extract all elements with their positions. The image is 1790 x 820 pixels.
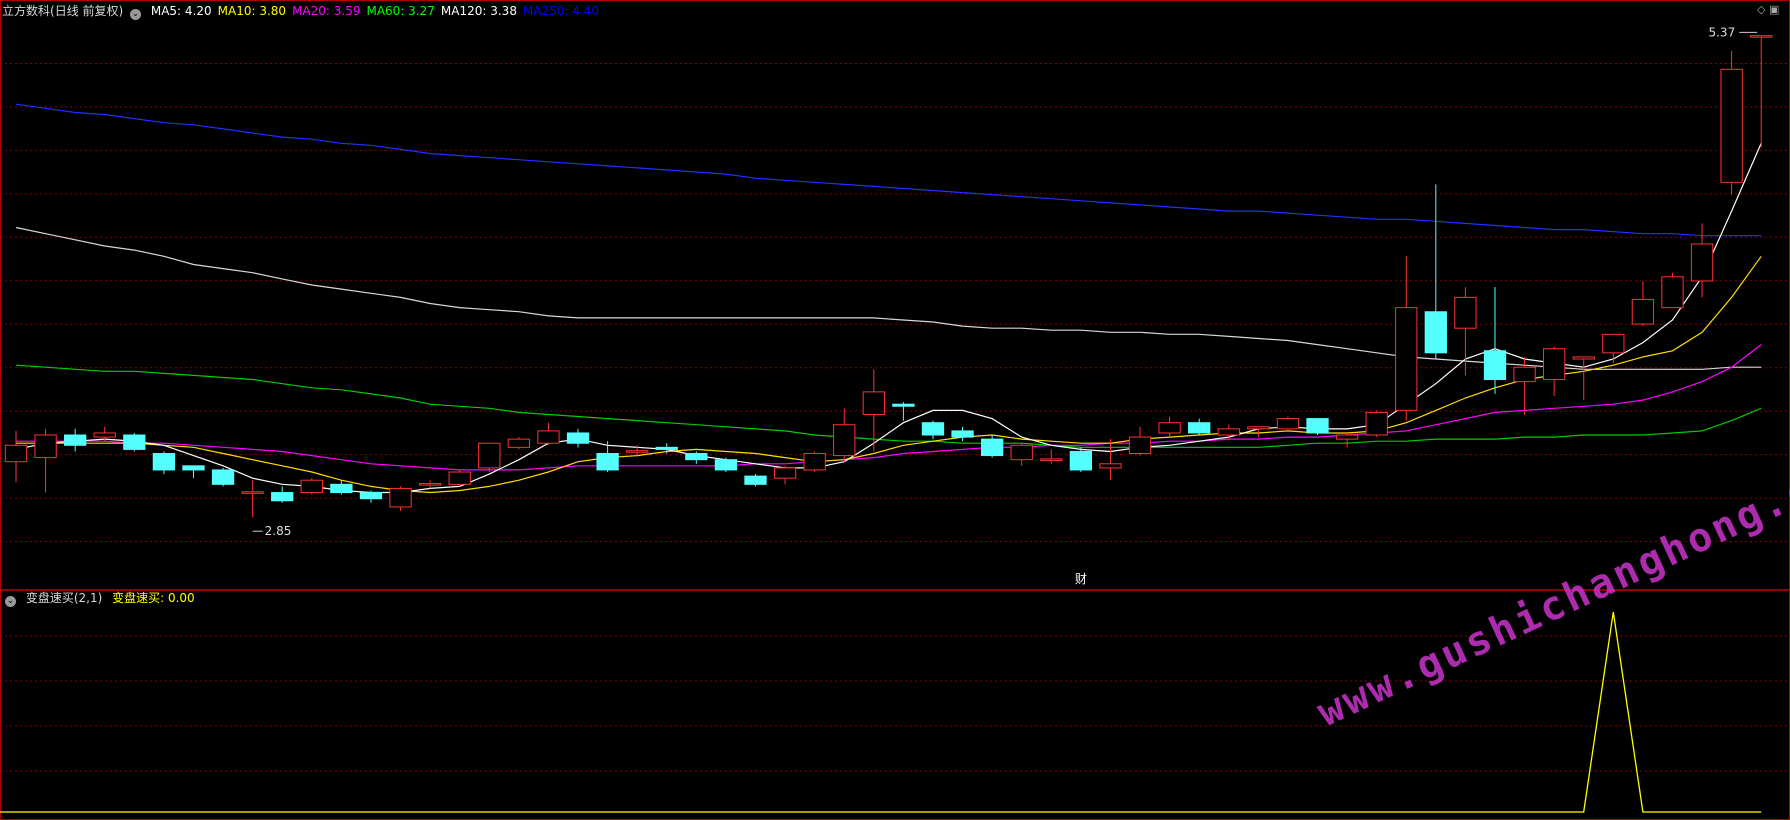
candle-body	[1454, 296, 1477, 329]
candle-body	[152, 453, 176, 471]
ma-legend-item: MA10: 3.80	[217, 4, 287, 18]
candle-body	[714, 459, 738, 471]
candle-body	[1750, 35, 1773, 38]
candle-body	[64, 434, 87, 446]
candle-body	[1306, 418, 1329, 434]
chart-frame	[0, 0, 1790, 820]
candle-body	[1247, 426, 1270, 430]
ma120-line	[15, 226, 1762, 370]
corner-tools: ◇ ▣	[1757, 3, 1779, 16]
candle-body	[980, 438, 1004, 457]
ma-legend-item: MA5: 4.20	[150, 4, 212, 18]
candle-body	[537, 430, 560, 444]
candle-body	[1335, 434, 1359, 440]
candle-body	[1690, 243, 1714, 282]
candle-body	[862, 391, 885, 415]
indicator-title: 变盘速买(2,1)	[25, 591, 103, 605]
finance-marker: 财	[1075, 572, 1087, 586]
main-legend: 立方数科(日线 前复权) ⌄ MA5: 4.20 MA10: 3.80 MA20: …	[2, 4, 611, 20]
candle-body	[744, 475, 767, 485]
candle-body	[359, 492, 383, 500]
candle-body	[34, 434, 57, 459]
ma-legend-item: MA120: 3.38	[440, 4, 517, 18]
stock-title: 立方数科	[2, 4, 51, 18]
candle-body	[1572, 356, 1595, 360]
candle-body	[123, 434, 146, 450]
candle-body	[507, 438, 531, 448]
candle-body	[626, 450, 649, 453]
candle-body	[1069, 450, 1093, 471]
candle-body	[271, 492, 294, 502]
candle-body	[1602, 333, 1625, 354]
candle-body	[1543, 348, 1566, 381]
high-price-label: 5.37	[1708, 25, 1735, 39]
candle-body	[1513, 366, 1536, 383]
candle-body	[389, 487, 412, 508]
candle-body	[1424, 311, 1447, 354]
ma-legend-item: MA250: 4.40	[522, 4, 599, 18]
candle-body	[921, 422, 945, 436]
candle-body	[1010, 444, 1033, 461]
period-mode: (日线 前复权)	[50, 4, 124, 18]
sub-toggle-icon[interactable]: ⌄	[5, 596, 16, 607]
candle-body	[182, 465, 205, 471]
candle-body	[300, 479, 323, 494]
diamond-icon[interactable]: ◇	[1757, 3, 1765, 16]
candle-body	[1099, 463, 1122, 469]
candle-body	[93, 432, 116, 438]
candle-body	[241, 491, 264, 494]
candle-body	[833, 424, 856, 457]
ma-legend-item: MA20: 3.59	[292, 4, 361, 18]
candle-body	[773, 467, 797, 479]
ma250-line	[15, 103, 1762, 237]
candle-body	[685, 453, 708, 461]
candle-body	[892, 403, 915, 407]
candle-body	[803, 453, 826, 471]
stock-chart[interactable]: 5.37 2.85 财	[0, 0, 1790, 820]
indicator-value: 变盘速买: 0.00	[112, 591, 195, 605]
candle-body	[596, 453, 619, 471]
candle-body	[448, 471, 471, 485]
candle-body	[478, 442, 501, 469]
candle-body	[655, 446, 678, 450]
candle-body	[4, 444, 28, 463]
candle-body	[418, 483, 442, 486]
candle-body	[951, 430, 974, 438]
sub-legend: ⌄ 变盘速买(2,1) 变盘速买: 0.00	[2, 591, 201, 607]
window-icon[interactable]: ▣	[1769, 3, 1779, 16]
candle-body	[330, 483, 353, 494]
candle-body	[1276, 418, 1300, 430]
legend-toggle-icon[interactable]: ⌄	[130, 9, 142, 20]
candle-body	[211, 469, 235, 485]
candle-body	[1483, 350, 1507, 381]
candle-body	[1158, 422, 1181, 434]
candle-body	[1040, 458, 1063, 461]
candle-body	[1128, 436, 1152, 455]
candle-body	[1720, 68, 1743, 183]
ma-list: MA5: 4.20 MA10: 3.80 MA20: 3.59 MA60: 3.27 M…	[151, 4, 605, 18]
candle-body	[1395, 307, 1418, 411]
low-price-label: 2.85	[265, 524, 292, 538]
candle-body	[1188, 422, 1211, 434]
candle-body	[1631, 298, 1655, 325]
candle-body	[1217, 428, 1240, 436]
candle-body	[566, 432, 590, 444]
candle-body	[1365, 411, 1388, 436]
candle-body	[1661, 276, 1684, 309]
ma-legend-item: MA60: 3.27	[366, 4, 435, 18]
